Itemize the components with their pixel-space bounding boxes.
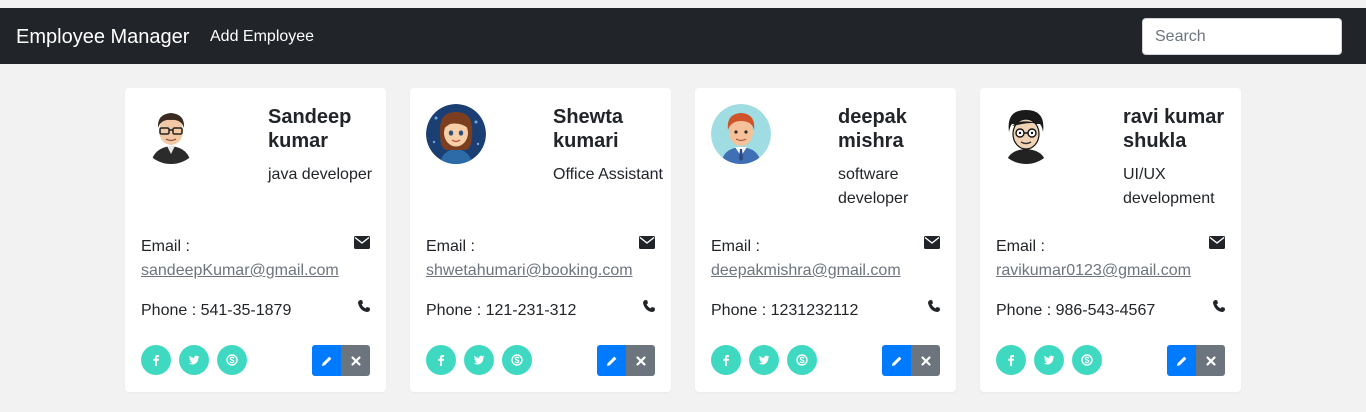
employee-card: deepak mishra software developer Email :… — [695, 88, 956, 392]
twitter-icon — [188, 355, 200, 365]
facebook-button[interactable] — [711, 345, 741, 375]
phone-icon — [358, 300, 370, 312]
close-icon — [920, 355, 931, 366]
brand-title[interactable]: Employee Manager — [16, 24, 189, 50]
twitter-icon — [473, 355, 485, 365]
delete-button[interactable] — [626, 345, 655, 376]
phone-icon — [928, 300, 940, 312]
navbar: Employee Manager Add Employee — [0, 8, 1366, 64]
delete-button[interactable] — [911, 345, 940, 376]
skype-button[interactable] — [217, 345, 247, 375]
phone-text: Phone : 1231232112 — [711, 301, 858, 321]
employee-card: ravi kumar shukla UI/UX development Emai… — [980, 88, 1241, 392]
email-label: Email : — [426, 238, 475, 255]
envelope-icon — [639, 236, 655, 249]
employee-role: java developer — [268, 166, 373, 183]
avatar — [996, 104, 1056, 164]
skype-button[interactable] — [787, 345, 817, 375]
email-link[interactable]: shwetahumari@booking.com — [426, 261, 633, 281]
search-input[interactable] — [1142, 18, 1342, 55]
avatar — [141, 104, 201, 164]
edit-button[interactable] — [597, 345, 626, 376]
facebook-icon — [153, 355, 159, 366]
employee-role: Office Assistant — [553, 166, 663, 183]
envelope-icon — [354, 236, 370, 249]
employee-name: ravi kumar shukla — [1123, 106, 1225, 152]
twitter-button[interactable] — [464, 345, 494, 375]
employee-card: Shewta kumari Office Assistant Email : s… — [410, 88, 671, 392]
close-icon — [1205, 355, 1216, 366]
close-icon — [635, 355, 646, 366]
email-link[interactable]: ravikumar0123@gmail.com — [996, 261, 1191, 281]
edit-button[interactable] — [312, 345, 341, 376]
twitter-icon — [758, 355, 770, 365]
employee-card: Sandeep kumar java developer Email : san… — [125, 88, 386, 392]
avatar — [711, 104, 771, 164]
phone-label: Phone : — [711, 302, 771, 319]
skype-icon — [1081, 354, 1093, 366]
phone-number: 1231232112 — [770, 302, 859, 319]
email-label: Email : — [141, 238, 190, 255]
facebook-icon — [1008, 355, 1014, 366]
pencil-icon — [606, 356, 616, 366]
envelope-icon — [1209, 236, 1225, 249]
facebook-icon — [723, 355, 729, 366]
phone-number: 986-543-4567 — [1055, 302, 1156, 319]
facebook-button[interactable] — [426, 345, 456, 375]
close-icon — [350, 355, 361, 366]
employee-role: UI/UX development — [1123, 166, 1215, 207]
pencil-icon — [891, 356, 901, 366]
email-label: Email : — [996, 238, 1045, 255]
employee-name: Shewta kumari — [553, 106, 624, 152]
phone-text: Phone : 541-35-1879 — [141, 301, 291, 321]
twitter-button[interactable] — [749, 345, 779, 375]
phone-number: 121-231-312 — [485, 302, 577, 319]
employee-name: deepak mishra — [838, 106, 907, 152]
delete-button[interactable] — [1196, 345, 1225, 376]
skype-icon — [796, 354, 808, 366]
phone-icon — [643, 300, 655, 312]
email-link[interactable]: sandeepKumar@gmail.com — [141, 261, 339, 281]
add-employee-link[interactable]: Add Employee — [210, 27, 314, 47]
phone-icon — [1213, 300, 1225, 312]
employee-role: software developer — [838, 166, 909, 207]
email-label: Email : — [711, 238, 760, 255]
twitter-icon — [1043, 355, 1055, 365]
email-link[interactable]: deepakmishra@gmail.com — [711, 261, 901, 281]
skype-button[interactable] — [502, 345, 532, 375]
facebook-icon — [438, 355, 444, 366]
envelope-icon — [924, 236, 940, 249]
delete-button[interactable] — [341, 345, 370, 376]
skype-icon — [511, 354, 523, 366]
twitter-button[interactable] — [179, 345, 209, 375]
phone-label: Phone : — [141, 302, 201, 319]
phone-text: Phone : 986-543-4567 — [996, 301, 1155, 321]
skype-icon — [226, 354, 238, 366]
phone-text: Phone : 121-231-312 — [426, 301, 576, 321]
edit-button[interactable] — [1167, 345, 1196, 376]
phone-label: Phone : — [996, 302, 1056, 319]
pencil-icon — [321, 356, 331, 366]
facebook-button[interactable] — [141, 345, 171, 375]
avatar — [426, 104, 486, 164]
skype-button[interactable] — [1072, 345, 1102, 375]
phone-number: 541-35-1879 — [200, 302, 292, 319]
phone-label: Phone : — [426, 302, 486, 319]
edit-button[interactable] — [882, 345, 911, 376]
employee-name: Sandeep kumar — [268, 106, 352, 152]
twitter-button[interactable] — [1034, 345, 1064, 375]
pencil-icon — [1176, 356, 1186, 366]
facebook-button[interactable] — [996, 345, 1026, 375]
